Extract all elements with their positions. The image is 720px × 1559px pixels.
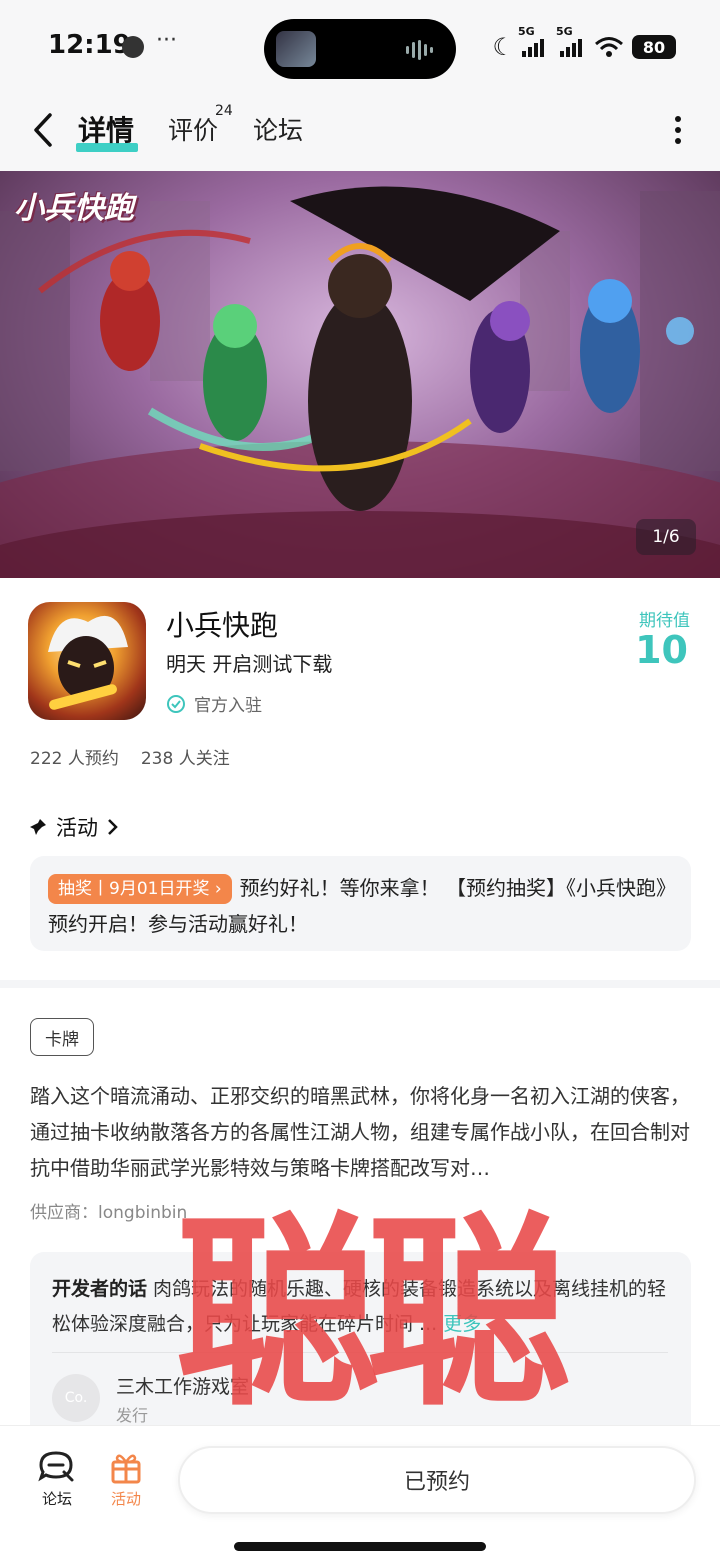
network-label: 5G bbox=[556, 25, 573, 38]
home-indicator[interactable] bbox=[234, 1542, 486, 1551]
app-stats: 222 人预约 238 人关注 bbox=[30, 744, 230, 769]
app-icon bbox=[28, 602, 146, 720]
back-arrow-icon[interactable] bbox=[30, 111, 56, 149]
activity-header[interactable]: 活动 bbox=[28, 812, 120, 842]
supplier-info: 供应商：longbinbin bbox=[30, 1203, 188, 1223]
app-icon-art bbox=[48, 615, 128, 710]
gift-icon bbox=[111, 1454, 141, 1484]
verified-icon bbox=[167, 694, 185, 713]
game-logo: 小兵快跑 bbox=[14, 191, 134, 226]
more-status-icon: ··· bbox=[156, 28, 177, 53]
forum-button[interactable]: 论坛 bbox=[27, 1450, 87, 1509]
signal-icon-2: 5G bbox=[556, 25, 582, 57]
watermark: 聪聪 bbox=[175, 1196, 571, 1434]
status-bar: 12:19 ··· ☾ 5G 5G 80 bbox=[0, 0, 720, 95]
reviews-count-badge: 24 bbox=[215, 103, 233, 119]
hero-banner[interactable]: 小兵快跑 1/6 bbox=[0, 171, 720, 578]
tab-forum[interactable]: 论坛 bbox=[253, 111, 303, 147]
chevron-right-icon bbox=[108, 819, 118, 835]
official-badge: 官方入驻 bbox=[166, 691, 262, 716]
battery-icon: 80 bbox=[632, 35, 676, 59]
forum-label: 论坛 bbox=[41, 1490, 72, 1508]
follower-count: 238 人关注 bbox=[140, 749, 230, 769]
app-subtitle: 明天 开启测试下载 bbox=[166, 652, 333, 676]
app-title: 小兵快跑 bbox=[166, 609, 279, 642]
developer-avatar[interactable]: Co. bbox=[52, 1374, 100, 1422]
moon-icon: ☾ bbox=[492, 33, 514, 61]
pin-icon bbox=[30, 819, 46, 835]
developer-role: 发行 bbox=[116, 1406, 149, 1425]
tab-details[interactable]: 详情 bbox=[78, 109, 134, 149]
genre-tag[interactable]: 卡牌 bbox=[30, 1018, 94, 1056]
bottom-bar: 论坛 活动 已预约 bbox=[0, 1425, 720, 1559]
signal-icon-1: 5G bbox=[518, 25, 544, 57]
activity-tab-label: 活动 bbox=[110, 1490, 141, 1508]
wifi-icon bbox=[595, 37, 623, 57]
top-navigation: 详情 评价 24 论坛 bbox=[0, 95, 720, 171]
hero-artwork bbox=[0, 186, 720, 578]
tab-reviews[interactable]: 评价 bbox=[168, 111, 218, 147]
audio-wave-icon bbox=[406, 39, 438, 60]
network-label: 5G bbox=[518, 25, 535, 38]
game-description[interactable]: 踏入这个暗流涌动、正邪交织的暗黑武林，你将化身一名初入江湖的侠客，通过抽卡收纳散… bbox=[30, 1078, 694, 1186]
forum-icon bbox=[38, 1451, 74, 1482]
activity-tab-button[interactable]: 活动 bbox=[96, 1450, 156, 1509]
focus-icon bbox=[122, 36, 144, 58]
image-counter: 1/6 bbox=[636, 519, 696, 555]
reservation-count: 222 人预约 bbox=[30, 749, 119, 769]
status-icons: ☾ 5G 5G 80 bbox=[492, 25, 676, 62]
activity-title: 活动 bbox=[56, 816, 98, 840]
dynamic-island[interactable] bbox=[264, 19, 456, 79]
reserved-button[interactable]: 已预约 bbox=[178, 1446, 696, 1514]
lottery-badge[interactable]: 抽奖丨9月01日开奖 › bbox=[48, 874, 232, 904]
lottery-badge-label: 抽奖丨9月01日开奖 bbox=[58, 879, 215, 899]
official-label: 官方入驻 bbox=[194, 696, 262, 716]
more-options-icon[interactable] bbox=[674, 115, 682, 145]
expectation-value: 10 bbox=[635, 628, 688, 672]
section-divider bbox=[0, 980, 720, 988]
status-time: 12:19 bbox=[48, 30, 131, 60]
developer-note-title: 开发者的话 bbox=[52, 1278, 148, 1300]
activity-card[interactable]: 抽奖丨9月01日开奖 › 预约好礼！等你来拿！ 【预约抽奖】《小兵快跑》预约开启！… bbox=[30, 856, 691, 951]
media-thumbnail bbox=[276, 31, 316, 67]
